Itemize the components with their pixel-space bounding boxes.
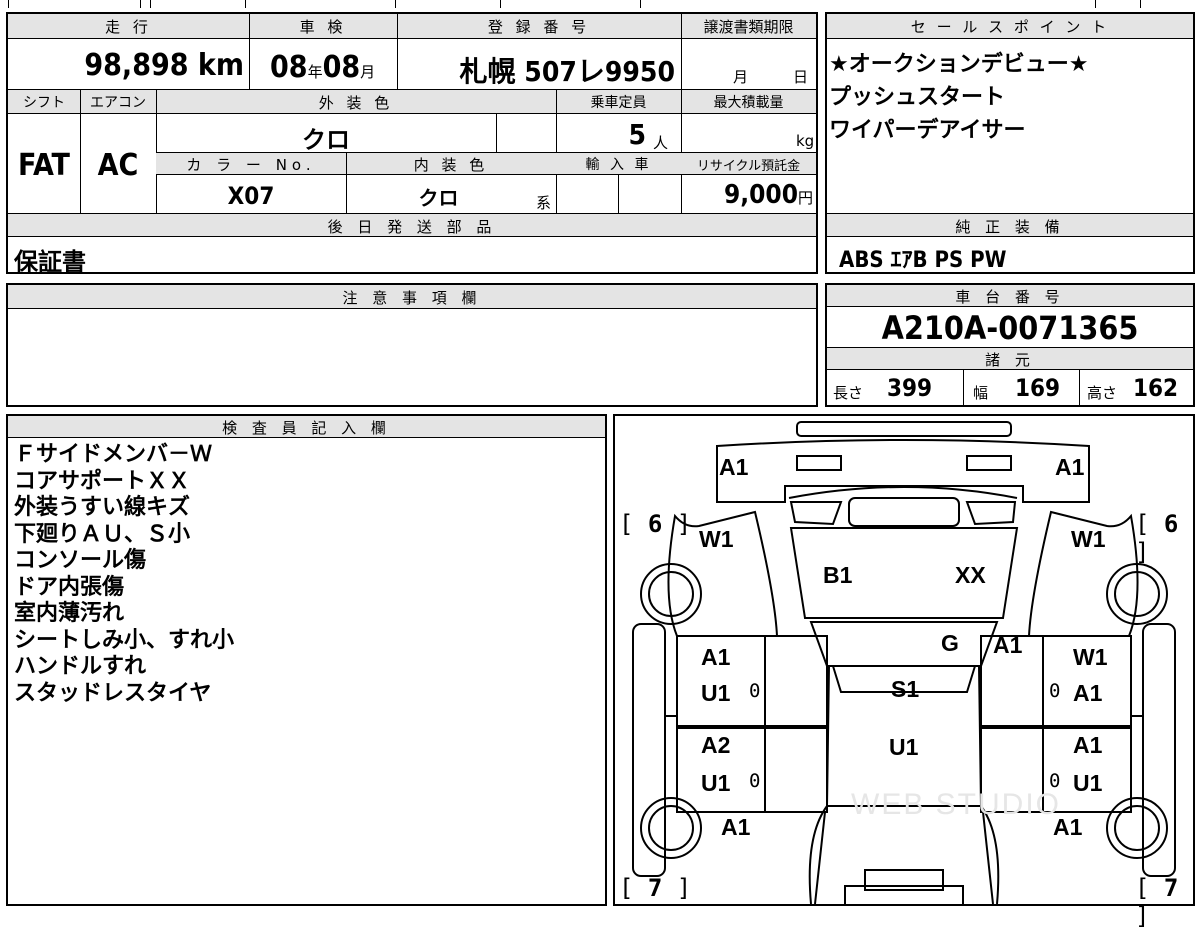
code-pillar-right: A1 [993, 632, 1023, 658]
inspector-note: コンソール傷 [14, 548, 147, 573]
code-rear-door-right-bottom: U1 [1073, 770, 1103, 796]
inspector-note: スタッドレスタイヤ [14, 680, 212, 706]
code-windshield: G [941, 630, 959, 656]
inspector-notes-box: 検 査 員 記 入 欄 Ｆサイドメンバ－Ｗ コアサポートＸＸ 外装うすい線キズ … [6, 414, 607, 906]
inspector-notes-header: 検 査 員 記 入 欄 [222, 419, 391, 437]
exterior-color-header: 外 装 色 [318, 94, 394, 112]
tire-front-right-label: [ 6 ] [1135, 510, 1179, 566]
capacity-header: 乗車定員 [590, 95, 647, 111]
notes-box: 注 意 事 項 欄 [6, 283, 818, 407]
sales-points-list: ★オークションデビュー★ プッシュスタート ワイパーデアイサー [829, 48, 1088, 147]
mark-rear-door-left: 0 [749, 770, 761, 792]
max-load-header: 最大積載量 [713, 95, 784, 111]
code-front-door-left-bottom: U1 [701, 680, 731, 706]
tire-front-left-label: [ 6 ] [619, 510, 692, 538]
vehicle-info-table: 走 行 車 検 登 録 番 号 譲渡書類期限 98,898 km 08年08月 … [6, 12, 818, 276]
code-rear-door-left-top: A2 [701, 732, 731, 758]
sales-point-item: ★オークションデビュー★ [829, 52, 1089, 77]
code-rear-fender-left: A1 [721, 814, 751, 840]
specs-header: 諸 元 [985, 351, 1035, 369]
later-parts-header: 後 日 発 送 部 品 [327, 218, 497, 236]
code-floor: U1 [889, 734, 919, 760]
sales-points-header: セ ー ル ス ポ イ ン ト [910, 18, 1110, 36]
transfer-day-unit: 日 [793, 68, 809, 86]
recycle-fee-value: 9,000円 [723, 180, 813, 210]
sales-point-item: プッシュスタート [829, 85, 1006, 110]
max-load-unit: kg [796, 132, 815, 150]
code-fender-front-left: W1 [699, 526, 734, 552]
shift-header: シフト [23, 95, 65, 111]
height-value: 162 [1133, 374, 1179, 402]
inspector-note: コアサポートＸＸ [14, 468, 191, 494]
color-no-value: X07 [227, 182, 275, 210]
shift-value: FAT [18, 148, 70, 183]
aircon-header: エアコン [90, 95, 146, 111]
exterior-color-value: クロ [302, 126, 350, 154]
inspector-notes-list: Ｆサイドメンバ－Ｗ コアサポートＸＸ 外装うすい線キズ 下廻りＡＵ、Ｓ小 コンソ… [14, 442, 234, 707]
inspector-note: 室内薄汚れ [14, 601, 125, 626]
mark-front-door-right: 0 [1049, 680, 1061, 702]
later-parts-value: 保証書 [14, 248, 86, 276]
standard-equipment-value: ABS ｴｱB PS PW [839, 248, 1007, 273]
inspector-note: 下廻りＡＵ、Ｓ小 [14, 521, 191, 547]
height-label: 高さ [1087, 384, 1118, 402]
code-hood-left: B1 [823, 562, 853, 588]
notes-header: 注 意 事 項 欄 [342, 289, 482, 307]
length-label: 長さ [833, 384, 864, 402]
standard-equipment-header: 純 正 装 備 [955, 218, 1065, 236]
code-front-right: A1 [1055, 454, 1085, 480]
registration-value: 札幌 507レ9950 [459, 55, 675, 88]
chassis-box: 車 台 番 号 A210A-0071365 諸 元 長さ 399 幅 169 高… [825, 283, 1195, 407]
interior-color-header: 内 装 色 [413, 156, 489, 174]
import-header: 輸 入 車 [585, 157, 652, 173]
inspector-note: 外装うすい線キズ [14, 495, 191, 520]
sales-points-box: セ ー ル ス ポ イ ン ト ★オークションデビュー★ プッシュスタート ワイ… [825, 12, 1195, 274]
capacity-value: 5 [628, 118, 646, 151]
top-strip [0, 0, 1200, 8]
damage-diagram-box: [ 6 ] [ 6 ] [ 7 ] [ 7 ] A1 A1 W1 W1 B1 X… [613, 414, 1195, 930]
inspection-header: 車 検 [299, 18, 347, 36]
code-front-door-right-top: W1 [1073, 644, 1108, 670]
length-value: 399 [887, 374, 933, 402]
width-label: 幅 [973, 384, 989, 402]
mark-front-door-left: 0 [749, 680, 761, 702]
sales-point-item: ワイパーデアイサー [829, 118, 1026, 143]
mileage-value: 98,898 km [84, 48, 244, 83]
width-value: 169 [1015, 374, 1061, 402]
registration-header: 登 録 番 号 [487, 18, 591, 36]
color-no-header: カ ラ ー No. [186, 156, 316, 174]
code-rear-door-right-top: A1 [1073, 732, 1103, 758]
inspection-value: 08年08月 [270, 50, 376, 85]
code-front-left: A1 [719, 454, 749, 480]
watermark: WEB STUDIO [851, 788, 1062, 821]
inspector-note: Ｆサイドメンバ－Ｗ [14, 442, 213, 467]
code-front-door-right-bottom: A1 [1073, 680, 1103, 706]
code-fender-front-right: W1 [1071, 526, 1106, 552]
inspector-note: ドア内張傷 [14, 574, 125, 600]
mileage-header: 走 行 [105, 18, 152, 36]
capacity-unit: 人 [653, 134, 669, 152]
chassis-number-header: 車 台 番 号 [955, 288, 1065, 306]
tire-rear-left-label: [ 7 ] [619, 874, 692, 902]
transfer-deadline-header: 譲渡書類期限 [703, 18, 794, 36]
code-hood-right: XX [955, 562, 986, 588]
tire-rear-right-label: [ 7 ] [1135, 874, 1179, 930]
code-roof: S1 [891, 676, 920, 702]
inspector-note: ハンドルすれ [14, 654, 147, 679]
interior-color-value: クロ [418, 186, 459, 210]
transfer-month-unit: 月 [733, 68, 749, 86]
code-front-door-left-top: A1 [701, 644, 731, 670]
inspector-note: シートしみ小、すれ小 [14, 627, 235, 653]
interior-color-suffix: 系 [536, 194, 552, 212]
chassis-number-value: A210A-0071365 [881, 309, 1139, 347]
aircon-value: AC [97, 148, 139, 183]
recycle-fee-header: リサイクル預託金 [696, 159, 801, 174]
code-rear-door-left-bottom: U1 [701, 770, 731, 796]
